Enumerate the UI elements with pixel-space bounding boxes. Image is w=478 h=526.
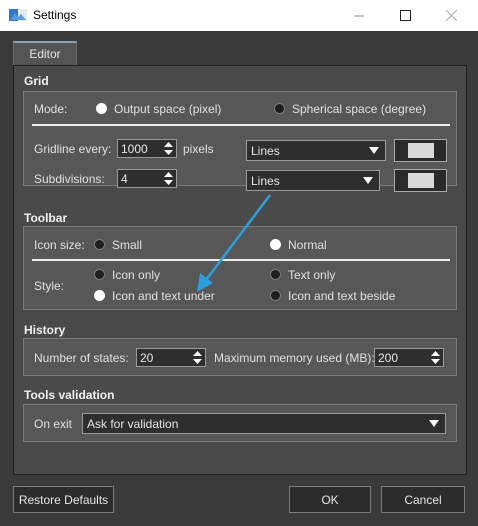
close-button[interactable] [428,0,474,31]
maximize-button[interactable] [382,0,428,31]
minimize-button[interactable] [336,0,382,31]
style-label: Style: [34,279,65,293]
subdivisions-label: Subdivisions: [34,172,105,186]
history-group: Number of states: 20 Maximum memory used… [23,338,457,376]
grid-separator [32,124,450,126]
subdivisions-color-button[interactable] [394,169,447,192]
style-icon-text-beside-label[interactable]: Icon and text beside [288,289,395,303]
on-exit-value: Ask for validation [87,417,179,431]
gridline-style-select[interactable]: Lines [246,140,386,161]
style-text-only-label[interactable]: Text only [288,268,335,282]
settings-dialog: Editor Grid Mode: Output space (pixel) S… [0,31,478,526]
history-states-spinbox[interactable]: 20 [136,348,206,367]
chevron-down-icon [369,147,379,154]
toolbar-group: Icon size: Small Normal Style: Icon only… [23,226,457,310]
icon-size-normal-label[interactable]: Normal [288,238,327,252]
title-bar: Settings [0,0,478,31]
style-icon-text-under-label[interactable]: Icon and text under [112,289,215,303]
ok-button[interactable]: OK [289,486,371,513]
gridline-value: 1000 [121,142,148,156]
tools-validation-group: On exit Ask for validation [23,404,457,442]
on-exit-select[interactable]: Ask for validation [82,413,446,434]
style-icon-text-under-radio[interactable] [94,290,105,301]
style-text-only-radio[interactable] [270,269,281,280]
editor-panel: Grid Mode: Output space (pixel) Spherica… [13,65,467,475]
tools-validation-section-title: Tools validation [24,388,115,402]
maximize-icon [399,10,411,21]
grid-section-title: Grid [24,74,49,88]
icon-size-small-radio[interactable] [94,239,105,250]
on-exit-label: On exit [34,417,73,431]
grid-group: Mode: Output space (pixel) Spherical spa… [23,91,457,192]
mode-output-space-label[interactable]: Output space (pixel) [114,102,221,116]
icon-size-small-label[interactable]: Small [112,238,142,252]
chevron-down-icon [363,177,373,184]
spin-arrows-icon [164,142,173,155]
history-memory-label: Maximum memory used (MB): [214,351,375,365]
tab-editor[interactable]: Editor [13,41,77,65]
history-section-title: History [24,323,66,337]
gridline-unit: pixels [183,142,214,156]
history-states-label: Number of states: [34,351,129,365]
mode-output-space-radio[interactable] [96,103,107,114]
gridline-color-button[interactable] [394,139,447,162]
gridline-label: Gridline every: [34,142,112,156]
spin-arrows-icon [164,172,173,185]
style-icon-only-radio[interactable] [94,269,105,280]
gridline-style-value: Lines [251,144,280,158]
mode-label: Mode: [34,102,68,116]
restore-defaults-button[interactable]: Restore Defaults [13,486,114,513]
history-states-value: 20 [140,351,154,365]
toolbar-section-title: Toolbar [24,211,68,225]
minimize-icon [354,15,364,16]
chevron-down-icon [429,420,439,427]
subdivisions-style-select[interactable]: Lines [246,170,380,191]
icon-size-label: Icon size: [34,238,85,252]
subdivisions-spinbox[interactable]: 4 [117,169,177,188]
style-icon-text-beside-radio[interactable] [270,290,281,301]
spin-arrows-icon [193,351,202,364]
app-icon [9,9,27,21]
mode-spherical-space-label[interactable]: Spherical space (degree) [292,102,426,116]
icon-size-normal-radio[interactable] [270,239,281,250]
toolbar-separator [32,259,450,261]
mode-spherical-space-radio[interactable] [274,103,285,114]
gridline-spinbox[interactable]: 1000 [117,139,177,158]
subdivisions-color-swatch [408,173,434,188]
cancel-button[interactable]: Cancel [381,486,465,513]
window-title: Settings [33,8,77,22]
subdivisions-value: 4 [121,172,128,186]
gridline-color-swatch [408,143,434,158]
spin-arrows-icon [431,351,440,364]
history-memory-value: 200 [378,351,399,365]
style-icon-only-label[interactable]: Icon only [112,268,160,282]
subdivisions-style-value: Lines [251,174,280,188]
close-icon [445,10,457,21]
history-memory-spinbox[interactable]: 200 [374,348,444,367]
